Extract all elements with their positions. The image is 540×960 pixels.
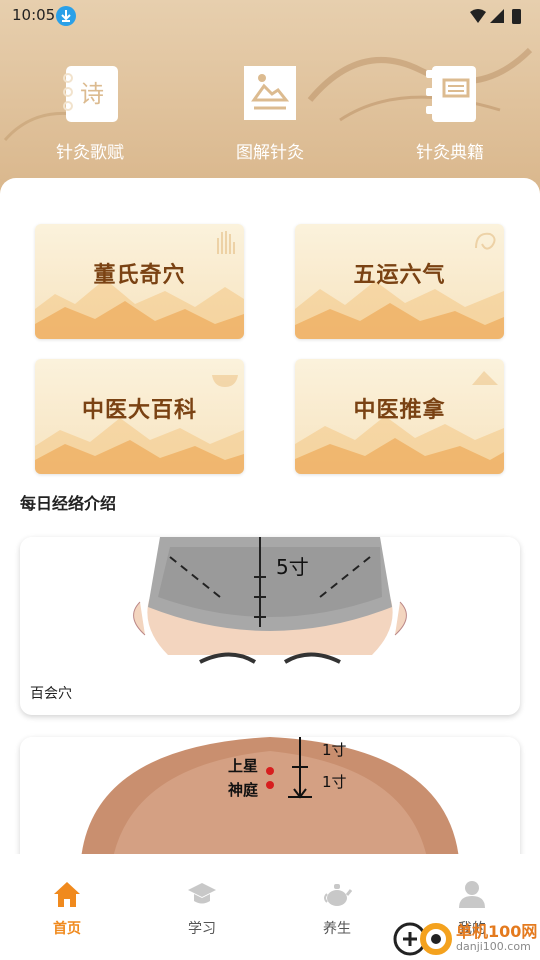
battery-icon <box>512 9 521 24</box>
picture-icon <box>244 66 296 120</box>
bowl-icon <box>212 375 238 387</box>
watermark-text: 单机100网 <box>456 922 538 941</box>
status-bar: 10:05 <box>0 0 540 32</box>
hand-icon <box>217 231 235 254</box>
content-panel: 董氏奇穴 五运六气 中医大百科 中医推拿 每日经络介绍 5寸 百会穴 上星 神庭… <box>0 178 540 854</box>
top-nav-label: 针灸歌赋 <box>56 143 124 163</box>
signal-icon <box>490 9 504 23</box>
point-label: 上星 <box>228 757 259 775</box>
tab-wellness[interactable]: 养生 <box>297 880 377 938</box>
pillow-icon <box>472 371 498 385</box>
top-nav-label: 针灸典籍 <box>416 143 484 163</box>
tile-tcm-massage[interactable]: 中医推拿 <box>295 359 504 474</box>
head-top-illustration <box>20 537 520 675</box>
swirl-icon <box>475 232 496 250</box>
tab-label: 养生 <box>323 921 351 937</box>
measure-label: 1寸 <box>322 741 347 759</box>
tile-label: 中医大百科 <box>81 398 197 423</box>
user-icon <box>459 881 485 908</box>
tile-label: 中医推拿 <box>353 398 446 423</box>
card-caption: 百会穴 <box>30 686 72 702</box>
watermark-url: danji100.com <box>456 940 531 953</box>
download-icon <box>56 6 76 26</box>
graduation-cap-icon <box>188 883 216 904</box>
point-label: 神庭 <box>228 781 259 799</box>
forehead-illustration <box>20 737 520 854</box>
poem-notebook-icon: 诗 <box>63 66 118 122</box>
home-icon <box>54 882 80 907</box>
tile-tcm-encyclopedia[interactable]: 中医大百科 <box>35 359 244 474</box>
top-nav: 诗 针灸歌赋 图解针灸 针灸典籍 <box>0 62 540 172</box>
teapot-icon <box>324 884 353 906</box>
measure-label: 5寸 <box>276 555 309 579</box>
svg-text:诗: 诗 <box>80 80 104 108</box>
tile-label: 五运六气 <box>353 263 446 288</box>
tab-home[interactable]: 首页 <box>27 880 107 938</box>
tab-study[interactable]: 学习 <box>162 880 242 938</box>
status-time: 10:05 <box>12 6 56 24</box>
system-icons <box>470 9 521 24</box>
measure-label: 1寸 <box>322 773 347 791</box>
tile-label: 董氏奇穴 <box>93 263 186 288</box>
top-nav-item-classics[interactable]: 针灸典籍 <box>385 62 515 172</box>
tab-label: 学习 <box>188 921 216 937</box>
top-nav-label: 图解针灸 <box>236 143 304 163</box>
tab-label: 首页 <box>53 921 81 937</box>
section-title: 每日经络介绍 <box>20 494 117 513</box>
tile-five-phases[interactable]: 五运六气 <box>295 224 504 339</box>
top-nav-item-illustrated[interactable]: 图解针灸 <box>205 62 335 172</box>
meridian-card[interactable]: 上星 神庭 1寸 1寸 <box>20 737 520 854</box>
tile-dong-acupoints[interactable]: 董氏奇穴 <box>35 224 244 339</box>
wifi-icon <box>470 9 486 23</box>
top-nav-item-poems[interactable]: 诗 针灸歌赋 <box>25 62 155 172</box>
book-icon <box>426 66 476 122</box>
meridian-card[interactable]: 5寸 百会穴 <box>20 537 520 715</box>
